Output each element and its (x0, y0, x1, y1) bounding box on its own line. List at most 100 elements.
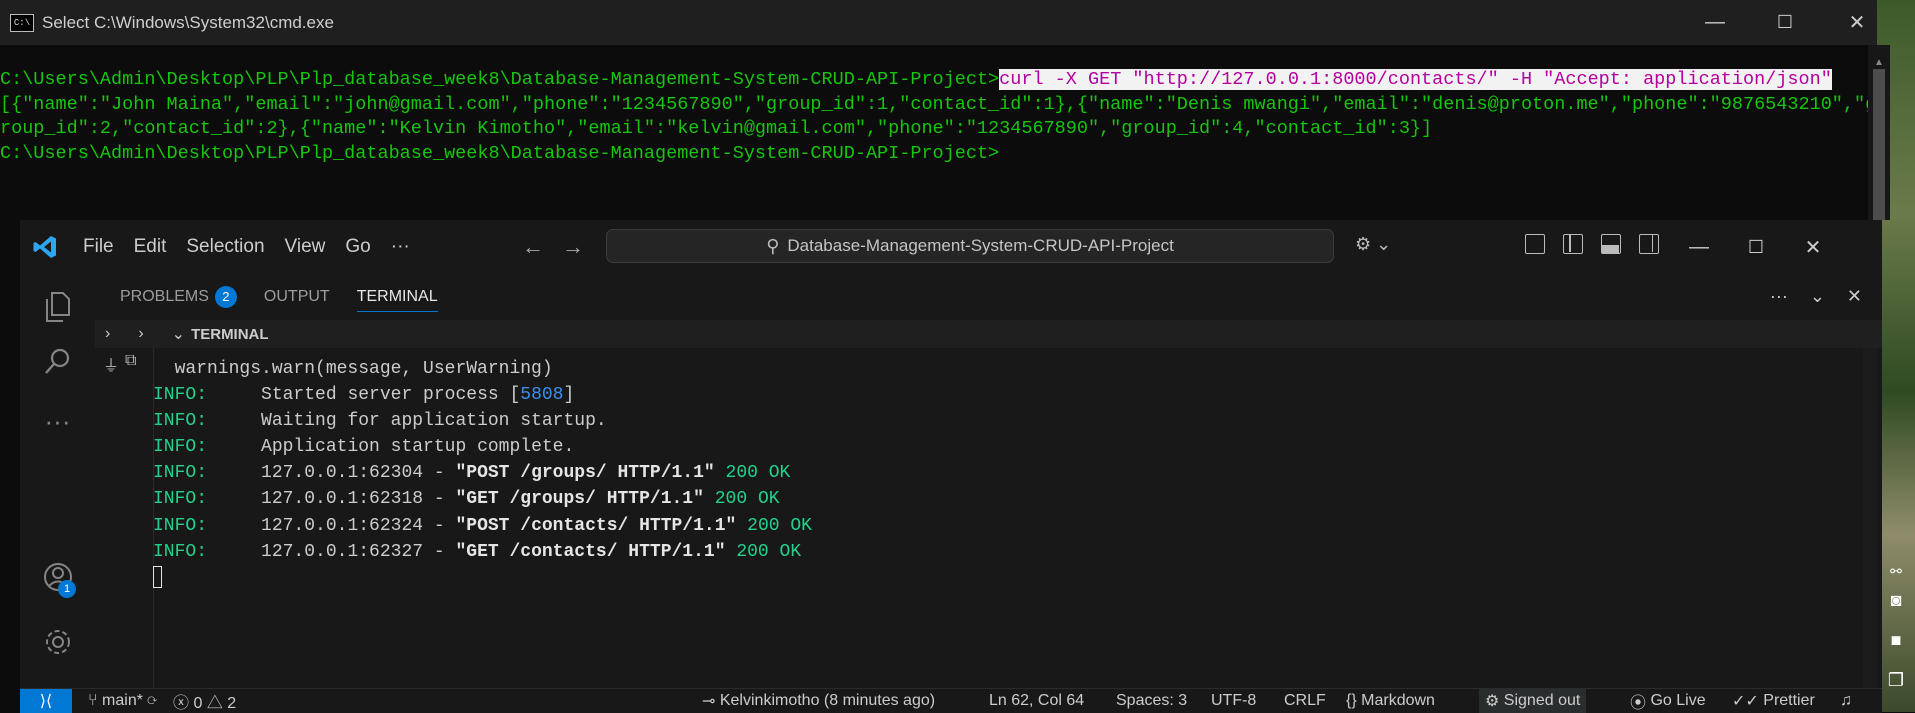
language-mode[interactable]: {} Markdown (1346, 689, 1435, 713)
braces-icon: {} (1346, 692, 1362, 709)
more-actions-icon[interactable]: ··· (1770, 286, 1788, 307)
error-icon: ⓧ (173, 695, 194, 712)
cmd-close-button[interactable]: ✕ (1827, 0, 1887, 45)
back-arrow-icon[interactable]: ← (522, 234, 562, 259)
copilot-icon[interactable]: ⚙ ⌄ (1355, 234, 1391, 255)
terminal-section-title: TERMINAL (191, 325, 269, 343)
cmd-scrollbar[interactable]: ▲ (1868, 45, 1890, 220)
indentation[interactable]: Spaces: 3 (1116, 689, 1187, 713)
tab-terminal[interactable]: TERMINAL (356, 274, 438, 320)
cmd-titlebar[interactable]: C:\ Select C:\Windows\System32\cmd.exe —… (0, 0, 1877, 45)
signed-out-status[interactable]: ⚙ Signed out (1479, 689, 1587, 713)
double-check-icon: ✓✓ (1732, 693, 1764, 710)
terminal-line: Application startup complete. (261, 437, 575, 458)
more-views-icon[interactable]: ··· (20, 396, 95, 446)
git-blame-status[interactable]: ⊸ Kelvinkimotho (8 minutes ago) (702, 689, 935, 713)
cmd-selected-command[interactable]: curl -X GET "http://127.0.0.1:8000/conta… (999, 69, 1832, 90)
command-center-search[interactable]: ⚲ Database-Management-System-CRUD-API-Pr… (606, 229, 1334, 263)
terminal-output[interactable]: warnings.warn(message, UserWarning) INFO… (153, 348, 1863, 688)
prettier-status[interactable]: ✓✓ Prettier (1732, 689, 1815, 713)
notifications-bell-icon[interactable]: ♫ (1840, 689, 1852, 713)
search-view-icon[interactable] (20, 336, 95, 386)
cmd-output-line: roup_id":2,"contact_id":2},{"name":"Kelv… (0, 118, 1433, 139)
status-bar: ⟩⟨ ⑂ main* ⟳ ⓧ 0 △ 2 ⊸ Kelvinkimotho (8 … (20, 688, 1882, 713)
cmd-scroll-thumb[interactable] (1873, 69, 1885, 220)
terminal-scrollbar[interactable] (1863, 348, 1877, 688)
log-level: INFO: (153, 411, 208, 432)
request-line: "GET /groups/ HTTP/1.1" (455, 489, 704, 510)
menu-bar: File Edit Selection View Go ··· (83, 220, 430, 274)
copy-window-icon[interactable]: ❐ (1877, 670, 1915, 691)
vscode-logo-icon (33, 236, 56, 258)
menu-view[interactable]: View (285, 236, 326, 258)
chevron-right-icon[interactable]: › (105, 325, 110, 343)
vscode-minimize-button[interactable]: — (1671, 220, 1727, 274)
sync-icon[interactable]: ⟳ (147, 692, 157, 709)
git-branch-icon: ⑂ (88, 692, 103, 709)
request-addr: 127.0.0.1:62324 - (261, 515, 456, 536)
encoding[interactable]: UTF-8 (1211, 689, 1256, 713)
manage-gear-icon[interactable] (20, 617, 95, 667)
cmd-output-line: [{"name":"John Maina","email":"john@gmai… (0, 93, 1868, 115)
terminal-subheader: › › ⌄ TERMINAL (95, 320, 1882, 348)
go-live-button[interactable]: ⦿ Go Live (1630, 689, 1706, 713)
terminal-shell-icon[interactable]: ⧉ (125, 352, 136, 370)
log-level: INFO: (153, 463, 208, 484)
chevron-right-icon[interactable]: › (138, 325, 143, 343)
cmd-app-icon: C:\ (10, 13, 34, 32)
line-ending[interactable]: CRLF (1284, 689, 1326, 713)
cmd-maximize-button[interactable]: ☐ (1755, 0, 1815, 45)
chevron-down-icon[interactable]: ⌄ (1810, 286, 1825, 307)
close-panel-icon[interactable]: ✕ (1847, 286, 1862, 307)
menu-selection[interactable]: Selection (186, 236, 264, 258)
branch-status[interactable]: ⑂ main* ⟳ (88, 692, 157, 710)
camera-icon[interactable]: ◙ (1877, 590, 1915, 611)
search-icon: ⚲ (766, 235, 780, 256)
customize-layout-icon[interactable] (1525, 234, 1545, 254)
log-level: INFO: (153, 489, 208, 510)
video-camera-icon[interactable]: ■ (1877, 630, 1915, 651)
prettier-label: Prettier (1763, 692, 1815, 709)
menu-go[interactable]: Go (345, 236, 370, 258)
branch-name: main* (102, 692, 143, 709)
cmd-prompt: C:\Users\Admin\Desktop\PLP\Plp_database_… (0, 69, 1000, 90)
bottom-panel: PROBLEMS 2 OUTPUT TERMINAL ··· ⌄ ✕ › › ⌄ … (95, 274, 1882, 688)
chevron-down-icon[interactable]: ⌄ (172, 324, 185, 344)
toggle-secondary-sidebar-icon[interactable] (1639, 234, 1659, 254)
remote-indicator-icon[interactable]: ⟩⟨ (20, 689, 72, 713)
signed-out-label: Signed out (1503, 692, 1581, 709)
menu-more[interactable]: ··· (391, 236, 410, 258)
tab-output-label: OUTPUT (263, 288, 330, 305)
link-icon[interactable]: ⚯ (1877, 563, 1915, 580)
plug-icon[interactable]: ⏚ (103, 352, 119, 376)
request-addr: 127.0.0.1:62304 - (261, 463, 456, 484)
tab-output[interactable]: OUTPUT (264, 274, 330, 320)
explorer-icon[interactable] (20, 282, 95, 332)
accounts-icon[interactable]: 1 (20, 552, 95, 602)
status-ok: 200 OK (725, 463, 791, 484)
problems-status[interactable]: ⓧ 0 △ 2 (173, 689, 236, 713)
cmd-console[interactable]: C:\Users\Admin\Desktop\PLP\Plp_database_… (0, 45, 1868, 220)
tab-problems[interactable]: PROBLEMS 2 (120, 274, 237, 320)
panel-tabs: PROBLEMS 2 OUTPUT TERMINAL ··· ⌄ ✕ (95, 274, 1882, 320)
request-line: "GET /contacts/ HTTP/1.1" (455, 541, 726, 562)
terminal-line: Started server process [ (261, 385, 521, 406)
menu-file[interactable]: File (83, 236, 114, 258)
vscode-window: File Edit Selection View Go ··· ←→ ⚲ Dat… (20, 220, 1882, 713)
vscode-maximize-button[interactable]: ☐ (1728, 220, 1784, 274)
cmd-minimize-button[interactable]: — (1685, 0, 1745, 45)
forward-arrow-icon[interactable]: → (562, 234, 602, 259)
problems-badge: 2 (214, 286, 237, 308)
toggle-panel-icon[interactable] (1601, 234, 1621, 254)
menu-edit[interactable]: Edit (134, 236, 167, 258)
toggle-primary-sidebar-icon[interactable] (1563, 234, 1583, 254)
terminal-cursor (153, 566, 162, 588)
status-ok: 200 OK (736, 541, 802, 562)
request-addr: 127.0.0.1:62318 - (261, 489, 456, 510)
cursor-position[interactable]: Ln 62, Col 64 (989, 689, 1084, 713)
scroll-up-arrow-icon[interactable]: ▲ (1868, 57, 1890, 68)
log-level: INFO: (153, 515, 208, 536)
broadcast-icon: ⦿ (1630, 695, 1651, 712)
vscode-close-button[interactable]: ✕ (1785, 220, 1841, 274)
cmd-title-text: Select C:\Windows\System32\cmd.exe (42, 12, 334, 32)
